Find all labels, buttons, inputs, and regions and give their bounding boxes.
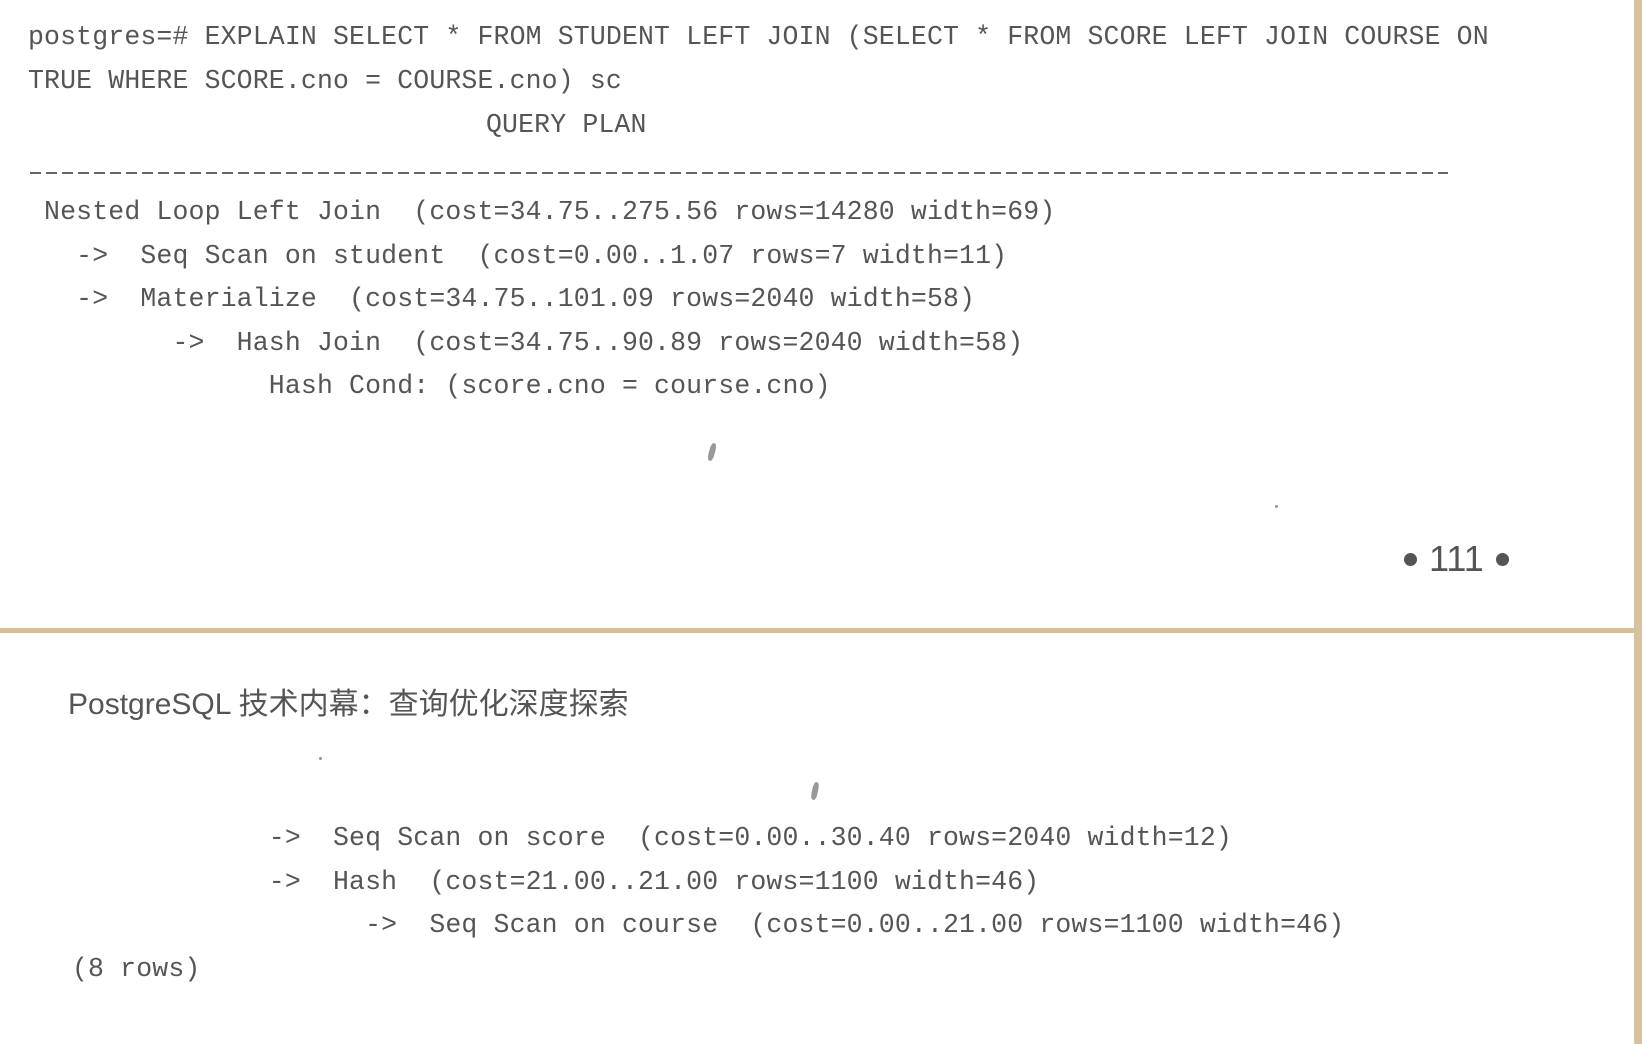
page-number: 111 bbox=[1404, 541, 1509, 577]
result-separator-line bbox=[30, 172, 1448, 174]
scan-speck bbox=[1275, 505, 1278, 508]
scanned-book-spread: postgres=# EXPLAIN SELECT * FROM STUDENT… bbox=[0, 0, 1642, 1044]
book-page-111: postgres=# EXPLAIN SELECT * FROM STUDENT… bbox=[0, 0, 1634, 628]
plan-line-hash-join: -> Hash Join (cost=34.75..90.89 rows=204… bbox=[28, 328, 1024, 358]
scan-speck bbox=[319, 757, 322, 760]
plan-line-nested-loop: Nested Loop Left Join (cost=34.75..275.5… bbox=[28, 197, 1056, 227]
bullet-icon bbox=[1495, 552, 1509, 566]
plan-line-hash-cond: Hash Cond: (score.cno = course.cno) bbox=[28, 371, 831, 401]
plan-line-seq-scan-student: -> Seq Scan on student (cost=0.00..1.07 … bbox=[28, 241, 1008, 271]
book-binding-edge bbox=[1634, 0, 1642, 1044]
bullet-icon bbox=[1404, 552, 1417, 566]
book-page-112: PostgreSQL 技术内幕：查询优化深度探索 -> Seq Scan on … bbox=[0, 633, 1634, 1044]
scan-speck bbox=[810, 781, 820, 801]
row-count: (8 rows) bbox=[72, 954, 201, 984]
scan-speck bbox=[706, 442, 718, 462]
explain-command-line-2: TRUE WHERE SCORE.cno = COURSE.cno) sc bbox=[28, 66, 622, 96]
explain-command-line-1: postgres=# EXPLAIN SELECT * FROM STUDENT… bbox=[28, 22, 1489, 52]
page-number-text: 111 bbox=[1429, 538, 1484, 579]
plan-line-materialize: -> Materialize (cost=34.75..101.09 rows=… bbox=[28, 284, 976, 314]
running-header: PostgreSQL 技术内幕：查询优化深度探索 bbox=[68, 688, 629, 721]
plan-line-hash: -> Hash (cost=21.00..21.00 rows=1100 wid… bbox=[28, 867, 1040, 897]
query-plan-header: QUERY PLAN bbox=[486, 110, 647, 140]
plan-line-seq-scan-score: -> Seq Scan on score (cost=0.00..30.40 r… bbox=[28, 823, 1232, 853]
plan-line-seq-scan-course: -> Seq Scan on course (cost=0.00..21.00 … bbox=[28, 910, 1345, 940]
